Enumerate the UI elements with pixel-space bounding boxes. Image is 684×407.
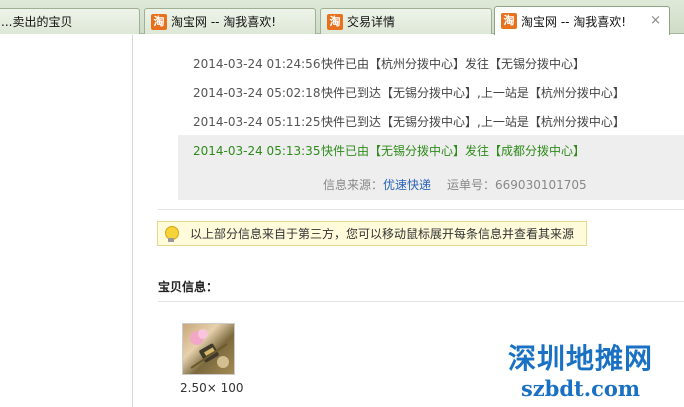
log-entry: 2014-03-24 05:11:25快件已到达【无锡分拨中心】,上一站是【杭州… bbox=[193, 113, 625, 130]
tip-text: 以上部分信息来自于第三方，您可以移动鼠标展开每条信息并查看其来源 bbox=[190, 227, 575, 241]
log-entry-latest: 2014-03-24 05:13:35快件已由【无锡分拨中心】发往【成都分拨中心… bbox=[193, 142, 585, 159]
tab-label: 交易详情 bbox=[347, 15, 396, 29]
log-text: 快件已由【杭州分拨中心】发往【无锡分拨中心】 bbox=[321, 57, 586, 71]
log-time: 2014-03-24 01:24:56 bbox=[193, 57, 321, 71]
tab-sold-items[interactable]: ...卖出的宝贝 bbox=[0, 8, 140, 34]
divider bbox=[158, 301, 684, 302]
log-entry: 2014-03-24 01:24:56快件已由【杭州分拨中心】发往【无锡分拨中心… bbox=[193, 55, 585, 72]
taobao-favicon-icon: 淘 bbox=[501, 13, 517, 29]
item-price-quantity: 2.50× 100 bbox=[180, 381, 244, 395]
watermark-en: szbdt.com bbox=[520, 376, 641, 401]
log-entry: 2014-03-24 05:02:18快件已到达【无锡分拨中心】,上一站是【杭州… bbox=[193, 84, 625, 101]
site-watermark: 深圳地摊网 szbdt.com bbox=[508, 342, 653, 402]
divider bbox=[158, 209, 684, 210]
log-time: 2014-03-24 05:02:18 bbox=[193, 86, 321, 100]
left-column-divider bbox=[132, 35, 133, 407]
tab-label: 淘宝网 -- 淘我喜欢! bbox=[171, 15, 277, 29]
taobao-favicon-icon: 淘 bbox=[327, 13, 343, 30]
item-thumbnail[interactable] bbox=[182, 323, 235, 375]
tab-taobao-home[interactable]: 淘 淘宝网 -- 淘我喜欢! bbox=[144, 8, 316, 34]
carrier-link[interactable]: 优速快递 bbox=[383, 178, 431, 192]
item-info-title: 宝贝信息： bbox=[158, 280, 219, 294]
log-text: 快件已到达【无锡分拨中心】,上一站是【杭州分拨中心】 bbox=[321, 86, 625, 100]
info-source: 信息来源：优速快递 运单号：669030101705 bbox=[323, 176, 587, 193]
browser-tab-bar: ...卖出的宝贝 淘 淘宝网 -- 淘我喜欢! 淘 交易详情 淘 淘宝网 -- … bbox=[0, 0, 684, 35]
tab-trade-detail[interactable]: 淘 交易详情 bbox=[320, 8, 492, 34]
log-time: 2014-03-24 05:11:25 bbox=[193, 115, 321, 129]
source-label: 信息来源： bbox=[323, 178, 384, 192]
log-time: 2014-03-24 05:13:35 bbox=[193, 144, 321, 158]
close-icon[interactable]: × bbox=[650, 13, 661, 28]
tab-label: 淘宝网 -- 淘我喜欢! bbox=[521, 14, 627, 29]
tab-label: ...卖出的宝贝 bbox=[1, 15, 73, 29]
tracking-number: 运单号：669030101705 bbox=[447, 178, 587, 192]
log-text: 快件已由【无锡分拨中心】发往【成都分拨中心】 bbox=[321, 144, 586, 158]
tab-taobao-active[interactable]: 淘 淘宝网 -- 淘我喜欢! × bbox=[494, 6, 670, 35]
watermark-cn: 深圳地摊网 bbox=[508, 342, 654, 375]
taobao-favicon-icon: 淘 bbox=[151, 13, 167, 30]
log-text: 快件已到达【无锡分拨中心】,上一站是【杭州分拨中心】 bbox=[321, 115, 625, 129]
lightbulb-icon bbox=[164, 225, 179, 242]
third-party-tip: 以上部分信息来自于第三方，您可以移动鼠标展开每条信息并查看其来源 bbox=[157, 221, 587, 246]
